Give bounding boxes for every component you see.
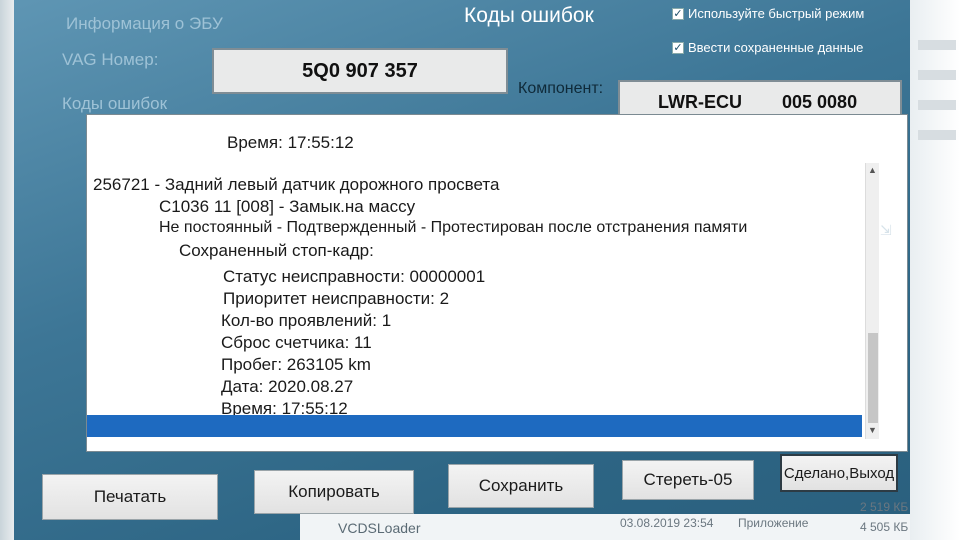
- scroll-down-icon[interactable]: ▼: [868, 425, 877, 435]
- copy-button[interactable]: Копировать: [254, 470, 414, 514]
- saved-data-checkbox[interactable]: ✓ Ввести сохраненные данные: [672, 40, 863, 55]
- checkbox-check-icon: ✓: [672, 41, 684, 54]
- scroll-up-icon[interactable]: ▲: [868, 165, 877, 175]
- mouse-cursor-icon: ⇲: [880, 222, 892, 238]
- vag-number-field: 5Q0 907 357: [212, 48, 508, 94]
- fault-codes-list[interactable]: Время: 17:55:12 256721 - Задний левый да…: [86, 114, 908, 452]
- vag-number-value: 5Q0 907 357: [302, 59, 418, 82]
- list-item: Не постоянный - Подтвержденный - Протест…: [159, 219, 748, 236]
- background-file-list: VCDSLoader 03.08.2019 23:54 Приложение 2…: [300, 500, 910, 540]
- component-label: Компонент:: [518, 80, 604, 97]
- checkbox-check-icon: ✓: [672, 7, 684, 20]
- vag-number-label: VAG Номер:: [62, 50, 159, 69]
- file-date: 03.08.2019 23:54: [620, 516, 714, 530]
- file-type: Приложение: [738, 516, 809, 530]
- component-name: LWR-ECU: [658, 91, 742, 112]
- list-item: 256721 - Задний левый датчик дорожного п…: [93, 175, 500, 194]
- background-explorer-panel: [910, 0, 960, 540]
- list-item: Сброс счетчика: 11: [221, 333, 372, 352]
- scrollbar-thumb[interactable]: [868, 333, 878, 423]
- fault-codes-label: Коды ошибок: [62, 94, 168, 113]
- list-item: Статус неисправности: 00000001: [223, 267, 486, 286]
- fast-mode-checkbox[interactable]: ✓ Используйте быстрый режим: [672, 6, 864, 21]
- list-item: Пробег: 263105 km: [221, 355, 371, 374]
- saved-data-label: Ввести сохраненные данные: [688, 40, 864, 55]
- save-button[interactable]: Сохранить: [448, 464, 594, 508]
- list-item: Кол-во проявлений: 1: [221, 311, 392, 330]
- fast-mode-label: Используйте быстрый режим: [688, 6, 865, 21]
- component-code: 005 0080: [782, 91, 858, 112]
- window-title: Коды ошибок: [464, 4, 594, 27]
- selected-row[interactable]: [87, 415, 862, 437]
- list-item: C1036 11 [008] - Замык.на массу: [159, 197, 416, 216]
- list-item: Сохраненный стоп-кадр:: [179, 241, 374, 260]
- vcds-loader-item: VCDSLoader: [338, 520, 421, 536]
- done-exit-button[interactable]: Сделано,Выход: [780, 454, 898, 492]
- file-size: 2 519 КБ: [860, 500, 909, 514]
- list-scrollbar[interactable]: ▲ ▼: [865, 163, 879, 439]
- file-size: 4 505 КБ: [860, 520, 909, 534]
- ecu-info-label: Информация о ЭБУ: [66, 14, 223, 33]
- list-item: Время: 17:55:12: [227, 133, 354, 152]
- vcds-window: Информация о ЭБУ Коды ошибок ✓ Используй…: [0, 0, 960, 540]
- list-item: Приоритет неисправности: 2: [223, 289, 450, 308]
- list-item: Дата: 2020.08.27: [221, 377, 354, 396]
- print-button[interactable]: Печатать: [42, 474, 218, 520]
- clear-codes-button[interactable]: Стереть-05: [622, 460, 754, 500]
- left-bezel: [0, 0, 14, 540]
